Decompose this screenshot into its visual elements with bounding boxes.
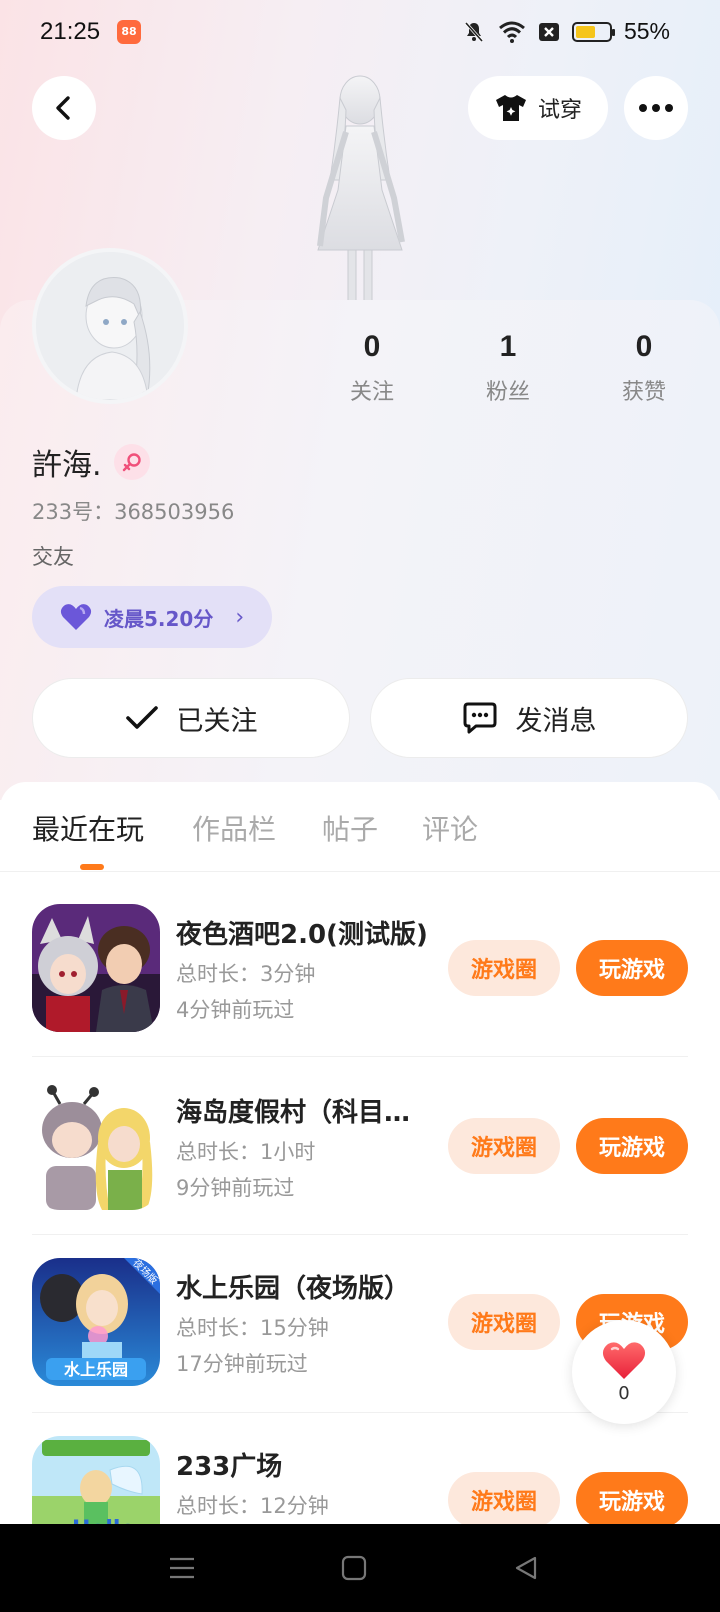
game-duration: 总时长：12分钟 — [176, 1494, 329, 1518]
avatar[interactable] — [32, 248, 188, 404]
menu-icon — [170, 1557, 194, 1579]
send-message-label: 发消息 — [515, 705, 597, 737]
send-message-button[interactable]: 发消息 — [370, 678, 688, 758]
game-duration: 总时长：3分钟 — [176, 962, 316, 986]
play-game-button[interactable]: 玩游戏 — [576, 1118, 688, 1174]
chevron-right-icon: › — [235, 604, 245, 630]
user-id: 233号：368503956 — [32, 500, 235, 524]
home-square-icon — [341, 1555, 367, 1581]
divider — [32, 1412, 688, 1413]
followed-label: 已关注 — [176, 705, 258, 737]
mood-text: 凌晨5.20分 — [104, 606, 214, 631]
like-button[interactable]: 0 — [572, 1320, 676, 1424]
list-item[interactable]: 海岛度假村（科目… 总时长：1小时 9分钟前玩过 游戏圈 玩游戏 — [32, 1082, 688, 1210]
game-circle-button[interactable]: 游戏圈 — [448, 1294, 560, 1350]
followed-button[interactable]: 已关注 — [32, 678, 350, 758]
play-game-button[interactable]: 玩游戏 — [576, 940, 688, 996]
nav-back-button[interactable] — [502, 1544, 550, 1592]
game-title: 水上乐园（夜场版） — [176, 1274, 411, 1304]
status-bar: 21:25 88 55% — [0, 0, 720, 64]
stat-following[interactable]: 0 关注 — [312, 330, 432, 406]
back-triangle-icon — [515, 1556, 537, 1580]
heart-icon — [60, 604, 92, 630]
game-last-played: 4分钟前玩过 — [176, 998, 295, 1022]
play-game-button[interactable]: 玩游戏 — [576, 1472, 688, 1528]
game-circle-button[interactable]: 游戏圈 — [448, 1472, 560, 1528]
status-time: 21:25 — [40, 18, 101, 45]
back-button[interactable] — [32, 76, 96, 140]
stat-fans-value: 1 — [499, 330, 517, 363]
stat-following-label: 关注 — [349, 380, 394, 405]
app-notification-icon: 88 — [117, 20, 141, 44]
chat-bubble-icon — [463, 702, 496, 734]
game-icon-logo-text: 水上乐园 — [64, 1360, 128, 1379]
profile-tabs: 最近在玩 作品栏 帖子 评论 — [0, 782, 720, 872]
game-icon — [32, 904, 160, 1032]
heart-icon — [602, 1341, 646, 1379]
battery-icon — [571, 21, 615, 42]
username: 許海. — [32, 448, 102, 483]
game-title: 海岛度假村（科目… — [176, 1098, 411, 1128]
status-icons: 55% — [462, 18, 670, 45]
username-row: 許海. — [32, 440, 150, 484]
tab-posts[interactable]: 帖子 — [322, 808, 378, 848]
nav-menu-button[interactable] — [158, 1544, 206, 1592]
tshirt-icon — [495, 95, 526, 121]
game-duration: 总时长：15分钟 — [176, 1316, 329, 1340]
battery-percent: 55% — [623, 18, 670, 44]
user-bio: 交友 — [32, 545, 74, 569]
chevron-left-icon — [56, 96, 70, 120]
tab-active-indicator — [80, 864, 104, 870]
checkmark-icon — [125, 706, 158, 729]
stat-following-value: 0 — [363, 330, 381, 363]
like-count: 0 — [618, 1382, 630, 1404]
stat-likes-value: 0 — [635, 330, 653, 363]
game-duration: 总时长：1小时 — [176, 1140, 316, 1164]
stat-fans-label: 粉丝 — [485, 380, 530, 405]
stat-likes[interactable]: 0 获赞 — [584, 330, 704, 406]
gender-female-icon — [113, 444, 150, 480]
divider — [32, 1234, 688, 1235]
sim-off-icon — [538, 22, 559, 41]
tab-recently-played[interactable]: 最近在玩 — [32, 808, 144, 848]
avatar-image — [36, 252, 184, 400]
game-icon: 夜场版 水上乐园 — [32, 1258, 160, 1386]
system-nav-bar — [0, 1524, 720, 1612]
game-icon — [32, 1082, 160, 1210]
wifi-icon — [498, 21, 525, 43]
mood-status-pill[interactable]: 凌晨5.20分 › — [32, 586, 272, 648]
game-last-played: 9分钟前玩过 — [176, 1176, 295, 1200]
game-circle-button[interactable]: 游戏圈 — [448, 1118, 560, 1174]
stat-fans[interactable]: 1 粉丝 — [448, 330, 568, 406]
bell-muted-icon — [464, 21, 484, 42]
stat-likes-label: 获赞 — [621, 380, 666, 405]
try-on-button[interactable]: 试穿 — [468, 76, 608, 140]
tab-works[interactable]: 作品栏 — [192, 808, 276, 848]
game-circle-button[interactable]: 游戏圈 — [448, 940, 560, 996]
tab-comments[interactable]: 评论 — [422, 808, 478, 848]
more-dots-icon — [639, 104, 673, 112]
game-title: 233广场 — [176, 1452, 283, 1482]
game-last-played: 17分钟前玩过 — [176, 1352, 308, 1376]
divider — [32, 1056, 688, 1057]
list-item[interactable]: 夜色酒吧2.0(测试版) 总时长：3分钟 4分钟前玩过 游戏圈 玩游戏 — [32, 904, 688, 1032]
try-on-label: 试穿 — [537, 98, 582, 123]
game-title: 夜色酒吧2.0(测试版) — [176, 920, 428, 950]
avatar-3d-figure — [317, 75, 405, 305]
more-button[interactable] — [624, 76, 688, 140]
nav-home-button[interactable] — [330, 1544, 378, 1592]
